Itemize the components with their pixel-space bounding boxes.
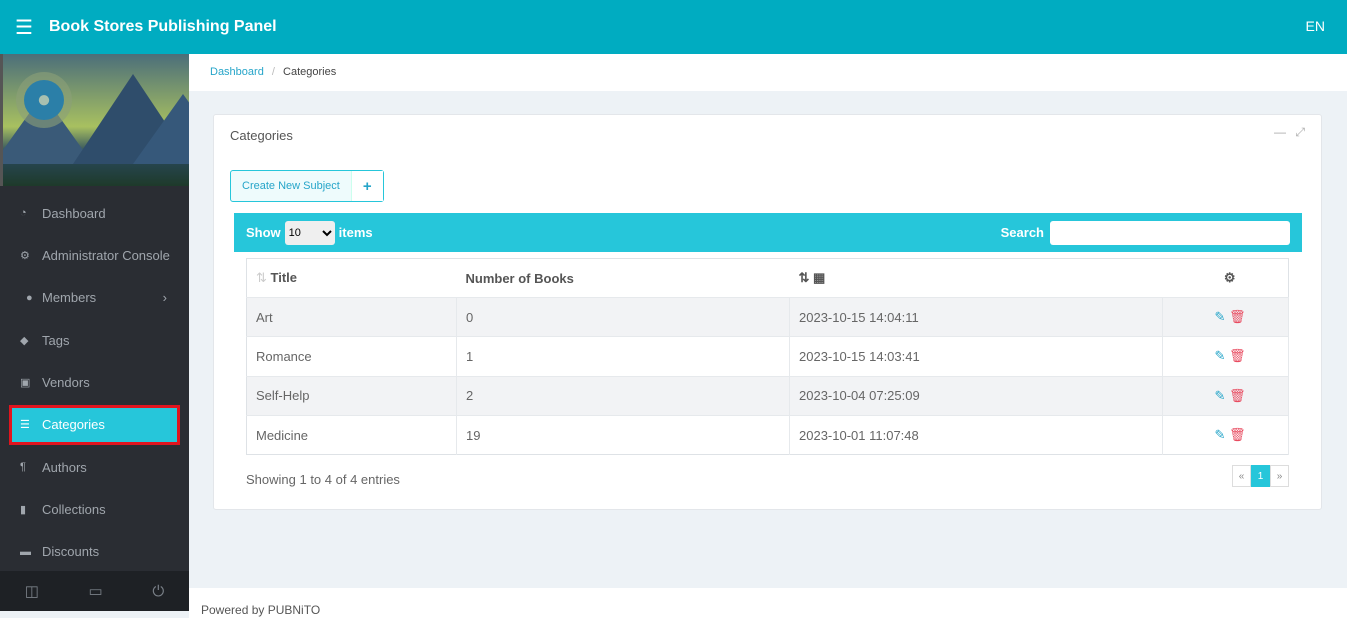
next-page-button[interactable]: » <box>1270 465 1289 487</box>
trash-icon[interactable]: 🗑 <box>1229 348 1246 363</box>
table-row: Medicine 19 2023-10-01 11:07:48 ✎ 🗑 <box>246 414 1289 455</box>
switch-icon[interactable]: ◫ <box>25 582 39 600</box>
entries-info: Showing 1 to 4 of 4 entries <box>246 472 400 487</box>
sidebar-item-categories[interactable]: ☰ Categories <box>9 404 180 445</box>
trash-icon[interactable]: 🗑 <box>1229 388 1246 403</box>
sidebar-item-members[interactable]: ● Members › <box>0 277 189 319</box>
column-actions: ⚙ <box>1163 259 1289 298</box>
categories-card: Categories — ⤢ Create New Subject + Show … <box>213 114 1322 510</box>
user-icon: ● <box>24 80 64 120</box>
menu-icon[interactable]: ☰ <box>15 15 35 40</box>
calendar-icon: ▦ <box>813 270 826 285</box>
column-date[interactable]: ⇅ ▦ <box>790 259 1163 298</box>
table-row: Art 0 2023-10-15 14:04:11 ✎ 🗑 <box>246 296 1289 337</box>
sort-icon: ⇅ <box>256 270 267 285</box>
sidebar-item-discounts[interactable]: ▬ Discounts <box>0 531 189 573</box>
list-icon: ☰ <box>20 419 30 432</box>
plus-icon: + <box>350 171 383 201</box>
table-row: Self-Help 2 2023-10-04 07:25:09 ✎ 🗑 <box>246 375 1289 416</box>
sidebar-item-collections[interactable]: ▮ Collections <box>0 488 189 530</box>
create-new-subject-button[interactable]: Create New Subject + <box>230 170 384 202</box>
edit-icon[interactable]: ✎ <box>1214 427 1225 442</box>
tag-icon: ◆ <box>20 334 29 347</box>
sort-icon: ⇅ <box>798 270 810 285</box>
sidebar-item-administrator-console[interactable]: ⚙ Administrator Console <box>0 234 189 276</box>
categories-table: ⇅ Title Number of Books ⇅ ▦ ⚙ Art 0 2023-1… <box>246 258 1289 456</box>
top-bar: ☰ Book Stores Publishing Panel EN <box>0 0 1347 54</box>
edit-icon[interactable]: ✎ <box>1214 348 1225 363</box>
card-title: Categories <box>230 128 293 143</box>
breadcrumb-separator: / <box>271 66 275 78</box>
edit-icon[interactable]: ✎ <box>1214 388 1225 403</box>
pagination: « 1 » <box>1232 465 1289 487</box>
sidebar-footer: ◫ ▭ ⏻ <box>0 571 189 611</box>
trash-icon[interactable]: 🗑 <box>1229 427 1246 442</box>
page-size-select[interactable]: 10 <box>284 220 335 245</box>
minimize-icon[interactable]: — <box>1274 125 1286 139</box>
sidebar-item-authors[interactable]: ¶ Authors <box>0 446 189 488</box>
power-icon[interactable]: ⏻ <box>152 583 164 600</box>
sidebar-item-tags[interactable]: ◆ Tags <box>0 319 189 361</box>
column-number-of-books[interactable]: Number of Books <box>457 259 790 298</box>
chevron-right-icon: › <box>162 290 167 306</box>
id-card-icon: ▣ <box>20 377 31 390</box>
sidebar-item-vendors[interactable]: ▣ Vendors <box>0 362 189 404</box>
book-icon: ▮ <box>20 504 27 517</box>
breadcrumb: Dashboard / Categories <box>189 54 1347 91</box>
gauge-icon: ◔ <box>20 207 27 220</box>
sidebar-item-dashboard[interactable]: ◔ Dashboard <box>0 192 189 234</box>
breadcrumb-current: Categories <box>283 66 337 78</box>
page-1-button[interactable]: 1 <box>1251 465 1270 487</box>
expand-icon[interactable]: ⤢ <box>1295 125 1305 139</box>
language-switch[interactable]: EN <box>1306 18 1325 34</box>
footer: Powered by PUBNiTO <box>189 588 1347 618</box>
trash-icon[interactable]: 🗑 <box>1229 309 1246 324</box>
laptop-icon[interactable]: ▭ <box>89 582 103 600</box>
table-controls: Show 10 items Search <box>234 213 1302 252</box>
table-row: Romance 1 2023-10-15 14:03:41 ✎ 🗑 <box>246 336 1289 377</box>
column-title[interactable]: ⇅ Title <box>247 259 457 298</box>
profile-banner: ● <box>0 54 189 186</box>
cogs-icon: ⚙ <box>20 250 30 263</box>
user-icon: ● <box>26 291 33 304</box>
app-title: Book Stores Publishing Panel <box>49 18 277 35</box>
sidebar: ● ◔ Dashboard ⚙ Administrator Console ● Mem… <box>0 54 189 611</box>
edit-icon[interactable]: ✎ <box>1214 309 1225 324</box>
money-icon: ▬ <box>20 545 31 558</box>
avatar[interactable]: ● <box>16 72 72 128</box>
breadcrumb-dashboard[interactable]: Dashboard <box>210 66 264 78</box>
prev-page-button[interactable]: « <box>1232 465 1251 487</box>
cogs-icon: ⚙ <box>1223 270 1236 285</box>
paragraph-icon: ¶ <box>20 461 26 474</box>
search-input[interactable] <box>1050 220 1290 245</box>
